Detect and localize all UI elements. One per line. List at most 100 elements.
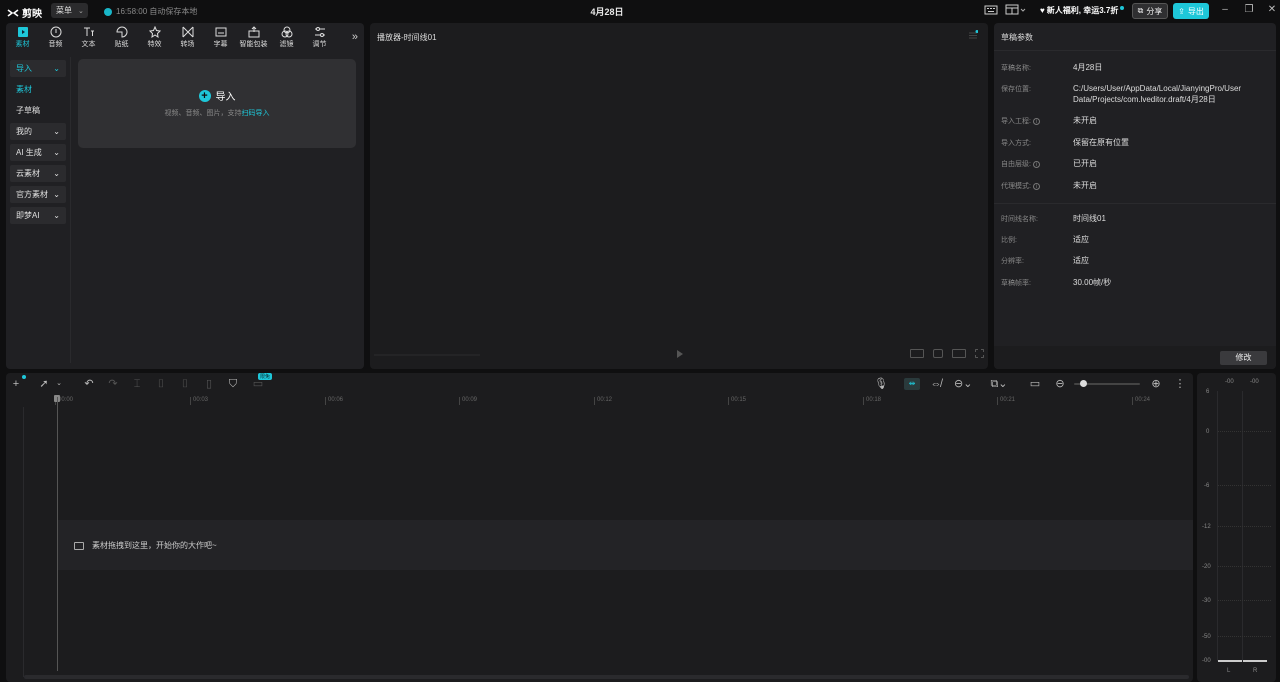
sidebar-item-subdraft[interactable]: 子草稿 bbox=[10, 102, 66, 119]
zoom-out-icon[interactable]: ⊖ bbox=[1054, 378, 1066, 390]
tab-label: 转场 bbox=[180, 40, 195, 48]
sidebar-item-label: 子草稿 bbox=[16, 106, 40, 115]
share-button[interactable]: ⧉ 分享 bbox=[1132, 3, 1168, 19]
modify-button[interactable]: 修改 bbox=[1220, 351, 1267, 365]
layout-icon[interactable] bbox=[1005, 4, 1027, 16]
menu-lines-icon[interactable] bbox=[968, 30, 978, 40]
tab-subtitle[interactable]: 字幕 bbox=[204, 23, 237, 51]
divider bbox=[994, 50, 1276, 51]
more-tools-icon[interactable]: » bbox=[352, 31, 358, 43]
tab-sticker[interactable]: 贴纸 bbox=[105, 23, 138, 51]
meter-scale: 6 bbox=[1206, 389, 1210, 395]
scan-import-link[interactable]: 扫码导入 bbox=[242, 110, 270, 117]
fullscreen-icon[interactable] bbox=[975, 349, 984, 358]
import-title[interactable]: + 导入 bbox=[78, 88, 356, 103]
microphone-icon[interactable]: 🎙︎ bbox=[874, 378, 888, 390]
document-title: 4月28日 bbox=[590, 7, 624, 17]
export-button[interactable]: ⇪ 导出 bbox=[1173, 3, 1209, 19]
meter-scale: -6 bbox=[1204, 483, 1210, 489]
zoom-slider[interactable] bbox=[1074, 380, 1140, 387]
props-title: 草稿参数 bbox=[1001, 33, 1033, 42]
prop-value: 时间线01 bbox=[1073, 214, 1106, 223]
player-progress[interactable] bbox=[374, 354, 480, 356]
tab-smart-pack[interactable]: 智能包装 bbox=[237, 23, 270, 51]
snapshot-icon[interactable] bbox=[933, 349, 943, 358]
smart-pack-icon bbox=[248, 25, 259, 37]
chevron-down-icon: ⌄ bbox=[53, 190, 60, 199]
tab-audio[interactable]: 音频 bbox=[39, 23, 72, 51]
sidebar-item-official[interactable]: 官方素材 ⌄ bbox=[10, 186, 66, 203]
link-icon[interactable]: ⊖⌄ bbox=[954, 378, 972, 390]
main-track-magnet-icon[interactable]: ⇹ bbox=[904, 378, 920, 390]
info-icon[interactable]: i bbox=[1032, 182, 1040, 190]
zoom-in-icon[interactable]: ⊕ bbox=[1150, 378, 1162, 390]
menu-label: 菜单 bbox=[56, 6, 72, 15]
info-icon[interactable]: i bbox=[1032, 160, 1040, 168]
sidebar-item-mine[interactable]: 我的 ⌄ bbox=[10, 123, 66, 140]
chevron-down-icon: ⌄ bbox=[53, 211, 60, 220]
restore-icon[interactable]: ❐ bbox=[1243, 4, 1255, 16]
shortcut-keyboard-icon[interactable] bbox=[984, 4, 998, 16]
import-dropzone[interactable]: + 导入 视频、音频、图片，支持扫码导入 bbox=[78, 59, 356, 148]
delete-icon[interactable]: ▯ bbox=[203, 378, 215, 390]
tab-text[interactable]: 文本 bbox=[72, 23, 105, 51]
sidebar-item-ai-generate[interactable]: AI 生成 ⌄ bbox=[10, 144, 66, 161]
add-track-icon[interactable]: + bbox=[10, 378, 22, 390]
comment-icon[interactable]: ▭ bbox=[1029, 378, 1041, 390]
select-cursor-icon[interactable]: ➚ bbox=[38, 378, 50, 390]
tab-adjust[interactable]: 调节 bbox=[303, 23, 336, 51]
chevron-down-icon[interactable]: ⌄ bbox=[53, 378, 65, 390]
menu-button[interactable]: 菜单 ⌄ bbox=[51, 3, 88, 18]
ruler-tick: 00:09 bbox=[458, 397, 478, 405]
sidebar-item-import[interactable]: 导入 ⌄ bbox=[10, 60, 66, 77]
film-icon bbox=[74, 541, 84, 550]
sidebar-item-label: 云素材 bbox=[16, 169, 40, 178]
playhead[interactable] bbox=[57, 397, 58, 671]
split-icon[interactable]: ⌶ bbox=[131, 378, 143, 390]
player-title: 播放器-时间线01 bbox=[377, 33, 437, 42]
undo-icon[interactable]: ↶ bbox=[83, 378, 95, 390]
minimize-icon[interactable]: – bbox=[1219, 4, 1231, 16]
ratio-icon[interactable] bbox=[952, 349, 966, 358]
main-track-dropzone[interactable] bbox=[57, 520, 1193, 570]
time-ruler[interactable]: 00:00 00:03 00:06 00:09 00:12 00:15 00:1… bbox=[6, 395, 1193, 407]
tab-label: 贴纸 bbox=[114, 40, 129, 48]
meter-peak-right: -00 bbox=[1250, 379, 1259, 385]
drop-hint: 素材拖拽到这里，开始你的大作吧~ bbox=[74, 540, 217, 551]
redo-icon[interactable]: ↷ bbox=[107, 378, 119, 390]
prop-label: 自由层级: i bbox=[1001, 159, 1040, 169]
tab-media[interactable]: 素材 bbox=[6, 23, 39, 51]
zoom-slider-thumb[interactable] bbox=[1080, 380, 1087, 387]
tab-label: 素材 bbox=[15, 40, 30, 48]
prop-label: 时间线名称: bbox=[1001, 216, 1038, 223]
sidebar-item-label: 即梦AI bbox=[16, 211, 40, 220]
tab-effects[interactable]: 特效 bbox=[138, 23, 171, 51]
shield-icon[interactable]: ⛉ bbox=[227, 378, 239, 390]
play-icon[interactable] bbox=[677, 350, 683, 358]
prop-label: 导入方式: bbox=[1001, 140, 1031, 147]
effects-icon bbox=[148, 25, 161, 38]
ruler-tick: 00:12 bbox=[593, 397, 613, 405]
free-badge: 限免 bbox=[258, 373, 273, 380]
split-left-icon[interactable]: ⌷ bbox=[155, 378, 167, 390]
info-icon[interactable]: i bbox=[1032, 117, 1040, 125]
auto-snap-icon[interactable]: ⇎ bbox=[930, 378, 942, 390]
meter-scale: 0 bbox=[1206, 429, 1210, 435]
sidebar-item-jimeng-ai[interactable]: 即梦AI ⌄ bbox=[10, 207, 66, 224]
tab-filter[interactable]: 滤镜 bbox=[270, 23, 303, 51]
aspect-ratio-icon[interactable] bbox=[910, 349, 924, 358]
more-options-icon[interactable]: ⋮ bbox=[1174, 378, 1186, 390]
prop-label: 分辨率: bbox=[1001, 258, 1024, 265]
sidebar-item-material[interactable]: 素材 bbox=[10, 81, 66, 98]
prop-value: 适应 bbox=[1073, 256, 1089, 265]
tab-transition[interactable]: 转场 bbox=[171, 23, 204, 51]
ruler-tick: 00:21 bbox=[996, 397, 1016, 405]
sidebar-item-cloud[interactable]: 云素材 ⌄ bbox=[10, 165, 66, 182]
preview-axis-icon[interactable]: ⧉⌄ bbox=[989, 378, 1009, 390]
prop-value: 30.00帧/秒 bbox=[1073, 278, 1112, 287]
promo-banner[interactable]: ♥ 新人福利, 幸运3.7折 bbox=[1040, 5, 1125, 16]
split-right-icon[interactable]: ⌷ bbox=[179, 378, 191, 390]
timeline-scrollbar[interactable] bbox=[24, 675, 1189, 679]
meter-gridline bbox=[1218, 600, 1271, 601]
close-icon[interactable]: ✕ bbox=[1266, 4, 1278, 16]
